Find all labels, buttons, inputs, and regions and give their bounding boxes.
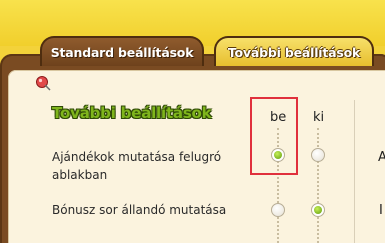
- right-column-text-2: I: [379, 203, 383, 218]
- tab-advanced-settings[interactable]: További beállítások: [214, 36, 374, 66]
- tab-advanced-label: További beállítások: [227, 44, 361, 60]
- column-header-off: ki: [313, 110, 325, 125]
- column-divider-off: [317, 128, 319, 243]
- pin-icon: [36, 76, 51, 91]
- tab-standard-label: Standard beállítások: [50, 44, 194, 60]
- tab-standard-settings[interactable]: Standard beállítások: [40, 36, 204, 66]
- right-column-divider: [354, 100, 355, 243]
- radio-gifts-popup-off[interactable]: [311, 148, 325, 162]
- setting-label-gifts-popup: Ajándékok mutatása felugró ablakban: [52, 150, 222, 182]
- highlight-box: [250, 97, 298, 175]
- radio-bonus-bar-on[interactable]: [271, 203, 285, 217]
- right-column-text-1: A: [378, 150, 385, 165]
- setting-label-bonus-bar: Bónusz sor állandó mutatása: [52, 203, 227, 217]
- radio-bonus-bar-off[interactable]: [311, 203, 325, 217]
- section-title: További beállítások: [52, 104, 212, 122]
